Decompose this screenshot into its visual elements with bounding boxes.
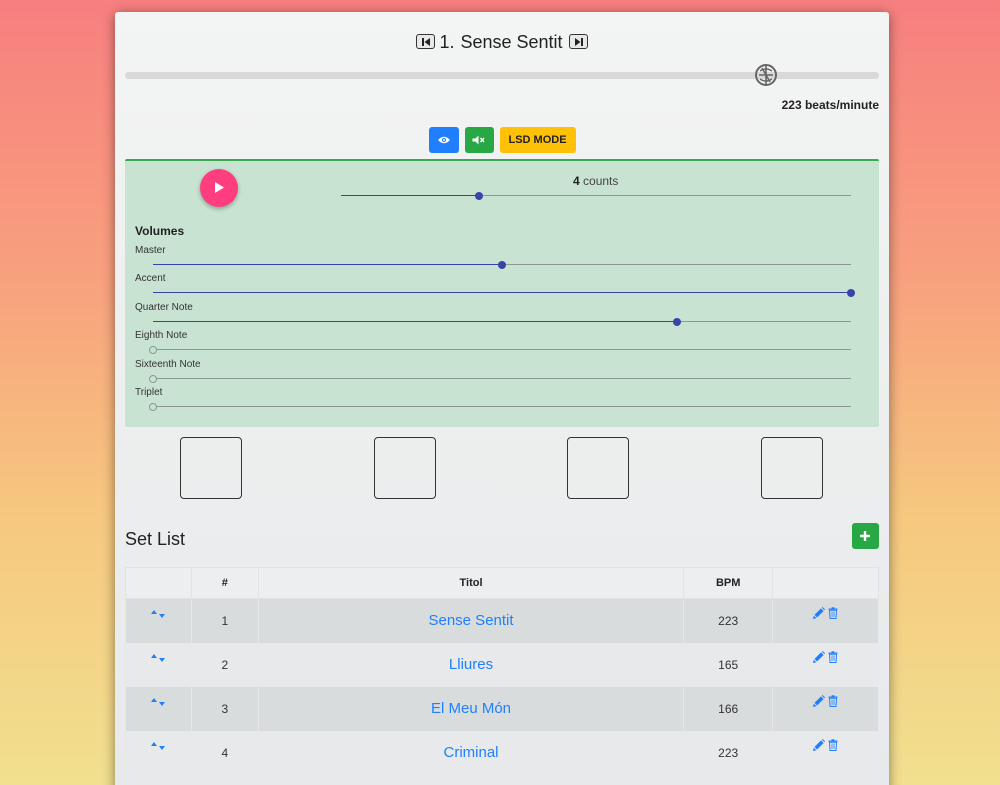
col-header-number: # <box>190 567 259 599</box>
volume-slider-quarter-note[interactable] <box>153 316 851 328</box>
table-row: 1 Sense Sentit 223 <box>125 598 879 643</box>
counts-label: 4 counts <box>573 174 618 188</box>
actions-cell <box>772 686 879 731</box>
sort-cell <box>125 598 192 643</box>
pencil-icon[interactable] <box>812 607 825 622</box>
sort-arrows-icon[interactable] <box>151 651 166 665</box>
add-song-button[interactable] <box>852 523 879 549</box>
song-header: 1. Sense Sentit <box>115 32 889 53</box>
counts-value: 4 <box>573 174 580 188</box>
song-title-cell: Criminal <box>257 730 685 775</box>
song-bpm-cell: 223 <box>683 730 774 775</box>
sort-cell <box>125 686 192 731</box>
play-button[interactable] <box>200 169 238 207</box>
setlist-title: Set List <box>125 529 186 549</box>
col-header-sort <box>125 567 192 599</box>
table-row: 3 El Meu Món 166 <box>125 686 879 731</box>
volume-thumb-accent[interactable] <box>847 289 855 297</box>
volume-thumb-eighth-note[interactable] <box>149 346 157 354</box>
play-icon <box>215 182 224 193</box>
table-row: 2 Lliures 165 <box>125 642 879 687</box>
song-bpm-cell: 165 <box>683 642 774 687</box>
bpm-label: 223 beats/minute <box>781 98 879 112</box>
sort-arrows-icon[interactable] <box>151 739 166 753</box>
toolbar: LSD MODE <box>115 127 889 153</box>
counts-slider-thumb[interactable] <box>475 192 483 200</box>
volume-slider-master[interactable] <box>153 259 851 271</box>
song-number-cell: 1 <box>190 598 259 643</box>
song-title-cell: Sense Sentit <box>257 598 685 643</box>
trash-icon[interactable] <box>828 738 838 754</box>
table-header-row: # Titol BPM <box>125 567 879 599</box>
beat-indicator-3 <box>567 437 629 499</box>
song-number-cell: 3 <box>190 686 259 731</box>
volume-label-eighth-note: Eighth Note <box>135 330 188 341</box>
beat-indicator-1 <box>180 437 242 499</box>
speaker-mute-icon <box>472 135 485 145</box>
beat-indicator-4 <box>761 437 823 499</box>
song-title: Sense Sentit <box>460 32 563 52</box>
volume-thumb-sixteenth-note[interactable] <box>149 375 157 383</box>
lsd-mode-button[interactable]: LSD MODE <box>499 127 576 153</box>
volume-thumb-quarter-note[interactable] <box>673 318 681 326</box>
volumes-title: Volumes <box>135 224 185 238</box>
song-title-cell: Lliures <box>257 642 685 687</box>
song-bpm-cell: 223 <box>683 598 774 643</box>
col-header-bpm: BPM <box>683 567 774 599</box>
volume-label-quarter-note: Quarter Note <box>135 302 193 313</box>
song-number: 1. <box>439 32 455 52</box>
sort-cell <box>125 730 192 775</box>
col-header-title: Titol <box>257 567 685 599</box>
metronome-panel: 4 counts Volumes Master Accent Quarter N… <box>125 159 879 427</box>
counts-unit: counts <box>583 174 619 188</box>
beat-indicator-2 <box>374 437 436 499</box>
volume-slider-accent[interactable] <box>153 287 855 299</box>
sort-arrows-icon[interactable] <box>151 607 166 621</box>
pencil-icon[interactable] <box>812 694 825 710</box>
sort-arrows-icon[interactable] <box>151 695 166 709</box>
metronome-dial-icon[interactable] <box>753 62 779 88</box>
song-number-cell: 4 <box>190 730 259 775</box>
pencil-icon[interactable] <box>812 738 825 754</box>
volume-label-accent: Accent <box>135 273 166 284</box>
song-title-link[interactable]: Lliures <box>449 656 493 673</box>
actions-cell <box>772 598 879 643</box>
col-header-actions <box>772 567 879 599</box>
counts-slider[interactable] <box>341 190 851 202</box>
skip-previous-icon[interactable] <box>416 33 436 49</box>
sort-cell <box>125 642 192 687</box>
plus-icon <box>860 531 870 541</box>
volume-thumb-master[interactable] <box>498 261 506 269</box>
pencil-icon[interactable] <box>812 650 825 666</box>
trash-icon[interactable] <box>828 650 838 666</box>
volume-slider-eighth-note[interactable] <box>149 344 851 356</box>
volume-thumb-triplet[interactable] <box>149 403 157 411</box>
volume-label-sixteenth-note: Sixteenth Note <box>135 359 201 370</box>
song-title-link[interactable]: Sense Sentit <box>428 612 513 629</box>
setlist-table: # Titol BPM 1 Sense Sentit 223 2 Lliures 165… <box>125 567 879 775</box>
volume-label-master: Master <box>135 245 166 256</box>
actions-cell <box>772 642 879 687</box>
metronome-card: 1. Sense Sentit 223 beats/minute LSD MODE… <box>115 12 889 785</box>
trash-icon[interactable] <box>828 694 838 710</box>
eye-icon <box>437 136 450 144</box>
actions-cell <box>772 730 879 775</box>
trash-icon[interactable] <box>828 607 838 622</box>
song-number-cell: 2 <box>190 642 259 687</box>
song-title-cell: El Meu Món <box>257 686 685 731</box>
eye-button[interactable] <box>428 127 459 153</box>
volume-slider-sixteenth-note[interactable] <box>149 373 851 385</box>
volume-slider-triplet[interactable] <box>149 401 851 413</box>
mute-button[interactable] <box>464 127 494 153</box>
skip-next-icon[interactable] <box>568 33 588 49</box>
song-bpm-cell: 166 <box>683 686 774 731</box>
song-title-link[interactable]: Criminal <box>444 744 499 761</box>
table-row: 4 Criminal 223 <box>125 730 879 775</box>
song-title-link[interactable]: El Meu Món <box>431 700 511 717</box>
volume-label-triplet: Triplet <box>135 387 163 398</box>
